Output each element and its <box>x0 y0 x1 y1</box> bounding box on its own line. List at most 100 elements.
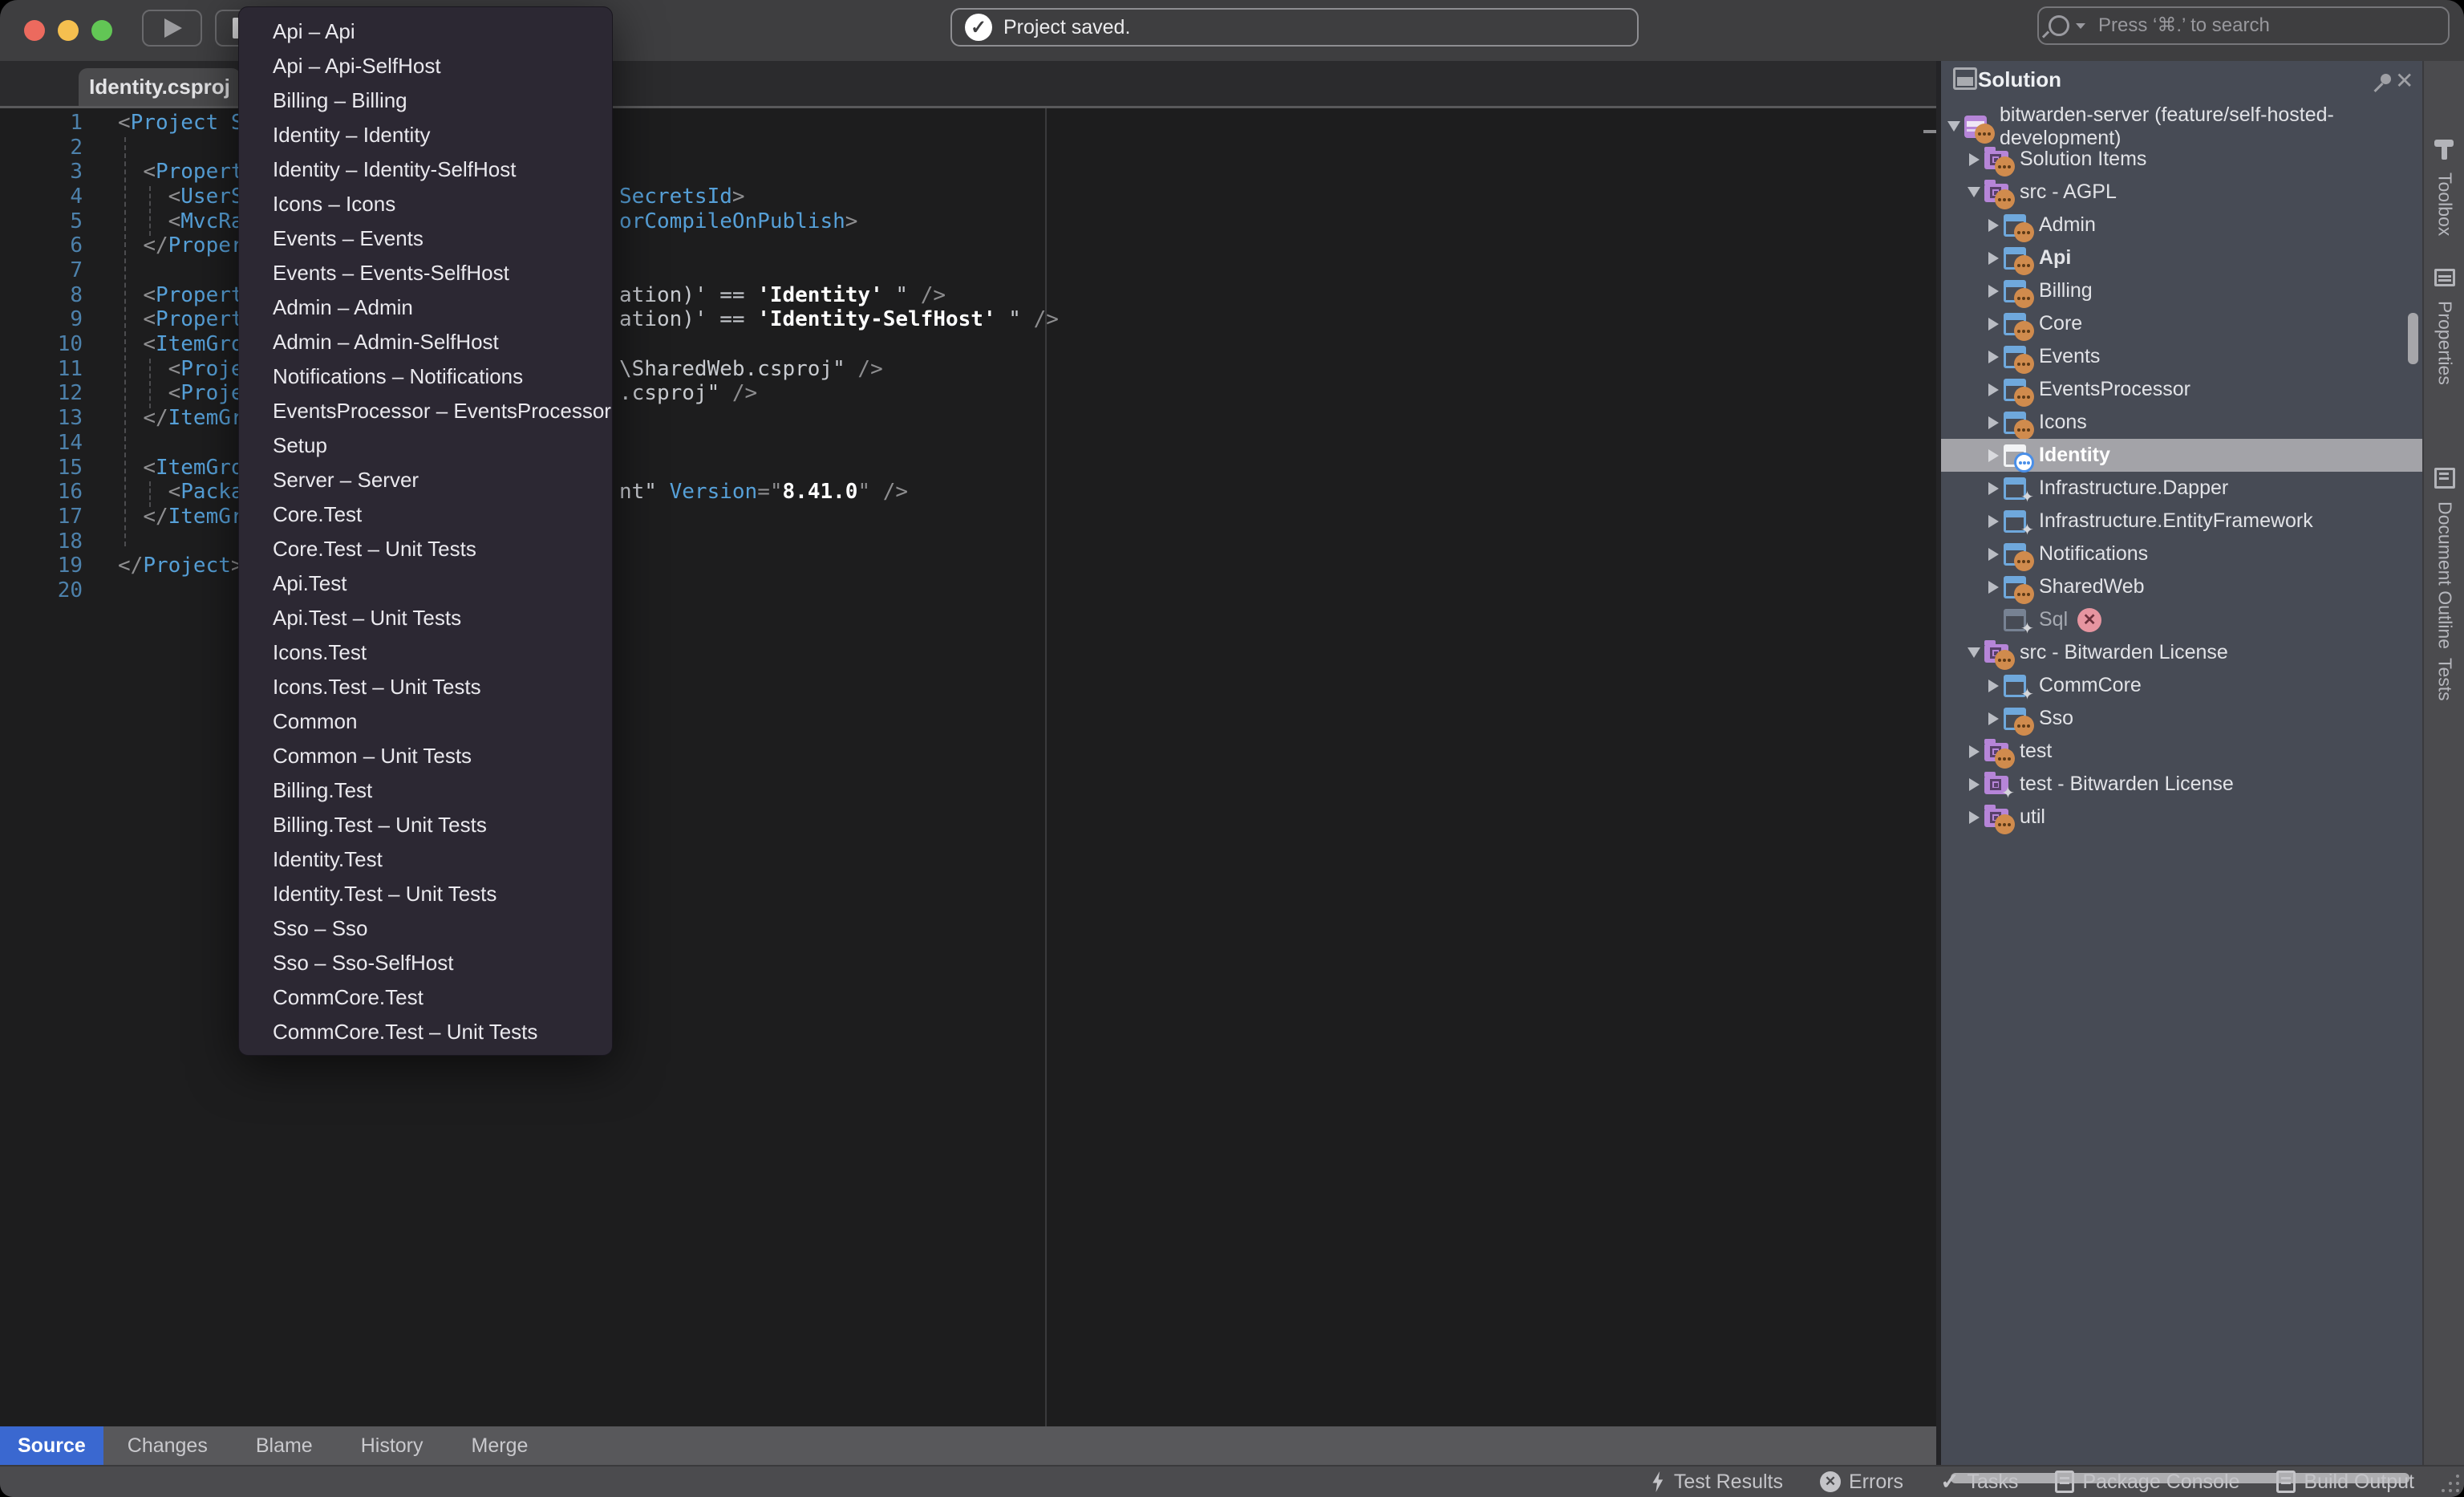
run-config-option[interactable]: Notifications – Notifications <box>239 359 612 394</box>
tree-row-icons[interactable]: Icons <box>1941 406 2422 439</box>
tree-vertical-scrollbar[interactable] <box>2408 313 2418 364</box>
run-config-option[interactable]: Identity – Identity <box>239 118 612 152</box>
tree-row-src-bitwarden-license[interactable]: src - Bitwarden License <box>1941 636 2422 669</box>
run-config-option[interactable]: Sso – Sso <box>239 911 612 946</box>
disclosure-arrow[interactable] <box>1983 383 2004 396</box>
run-config-option[interactable]: Common <box>239 704 612 739</box>
run-config-option[interactable]: Common – Unit Tests <box>239 739 612 773</box>
run-config-option[interactable]: Api – Api-SelfHost <box>239 49 612 83</box>
close-pad-icon[interactable]: ✕ <box>2395 67 2413 94</box>
tool-tab-properties[interactable]: Properties <box>2424 266 2464 385</box>
run-config-option[interactable]: EventsProcessor – EventsProcessor <box>239 394 612 428</box>
view-tab-source[interactable]: Source <box>0 1426 103 1465</box>
view-tab-changes[interactable]: Changes <box>103 1426 232 1465</box>
disclosure-arrow[interactable] <box>1983 449 2004 462</box>
disclosure-arrow[interactable] <box>1983 515 2004 528</box>
tree-row-sql[interactable]: ✦Sql✕ <box>1941 603 2422 636</box>
tree-row-eventsprocessor[interactable]: EventsProcessor <box>1941 373 2422 406</box>
status-package-console[interactable]: Package Console <box>2055 1471 2239 1494</box>
run-config-option[interactable]: Server – Server <box>239 463 612 497</box>
run-config-option[interactable]: Admin – Admin-SelfHost <box>239 325 612 359</box>
disclosure-arrow[interactable] <box>1983 318 2004 331</box>
disclosure-arrow[interactable] <box>1983 285 2004 298</box>
run-config-option[interactable]: Sso – Sso-SelfHost <box>239 946 612 980</box>
disclosure-arrow[interactable] <box>1983 581 2004 594</box>
disclosure-arrow[interactable] <box>1964 811 1984 824</box>
view-tab-history[interactable]: History <box>337 1426 448 1465</box>
tree-row-test[interactable]: test <box>1941 735 2422 768</box>
tree-row-notifications[interactable]: Notifications <box>1941 538 2422 570</box>
tree-row-src-agpl[interactable]: src - AGPL <box>1941 176 2422 209</box>
close-window-button[interactable] <box>24 20 45 41</box>
disclosure-arrow[interactable] <box>1983 680 2004 692</box>
tool-tab-document-outline[interactable]: Document Outline <box>2424 466 2464 649</box>
tree-row-infrastructure-dapper[interactable]: ✦Infrastructure.Dapper <box>1941 472 2422 505</box>
tool-tab-tests[interactable]: Tests <box>2424 623 2464 701</box>
tree-row-billing[interactable]: Billing <box>1941 274 2422 307</box>
disclosure-arrow[interactable] <box>1964 187 1984 197</box>
view-tab-merge[interactable]: Merge <box>448 1426 553 1465</box>
status-errors[interactable]: ✕Errors <box>1820 1471 1903 1494</box>
status-tasks[interactable]: ✓Tasks <box>1940 1471 2018 1494</box>
run-config-option[interactable]: Api – Api <box>239 14 612 49</box>
run-config-option[interactable]: CommCore.Test <box>239 980 612 1015</box>
tree-row-commcore[interactable]: ✦CommCore <box>1941 669 2422 702</box>
disclosure-arrow[interactable] <box>1983 252 2004 265</box>
disclosure-arrow[interactable] <box>1983 548 2004 561</box>
tree-row-identity[interactable]: Identity <box>1941 439 2422 472</box>
disclosure-arrow[interactable] <box>1983 351 2004 363</box>
run-config-option[interactable]: Setup <box>239 428 612 463</box>
minimize-window-button[interactable] <box>58 20 79 41</box>
run-config-option[interactable]: Identity – Identity-SelfHost <box>239 152 612 187</box>
search-scope-chevron-icon[interactable] <box>2076 23 2085 29</box>
tree-row-sharedweb[interactable]: SharedWeb <box>1941 570 2422 603</box>
tree-row-api[interactable]: Api <box>1941 241 2422 274</box>
disclosure-arrow[interactable] <box>1983 416 2004 429</box>
tree-row-admin[interactable]: Admin <box>1941 209 2422 241</box>
status-build-output[interactable]: Build Output <box>2276 1471 2414 1494</box>
tool-tab-toolbox[interactable]: Toolbox <box>2424 137 2464 236</box>
run-config-option[interactable]: Billing – Billing <box>239 83 612 118</box>
tree-row-infrastructure-entityframework[interactable]: ✦Infrastructure.EntityFramework <box>1941 505 2422 538</box>
tab-identity-csproj[interactable]: Identity.csproj <box>79 68 241 106</box>
tree-row-solution-items[interactable]: Solution Items <box>1941 143 2422 176</box>
disclosure-arrow[interactable] <box>1964 745 1984 758</box>
tree-item-label: Core <box>2039 312 2082 335</box>
run-config-option[interactable]: Admin – Admin <box>239 290 612 325</box>
run-config-option[interactable]: Identity.Test – Unit Tests <box>239 877 612 911</box>
run-config-option[interactable]: Api.Test – Unit Tests <box>239 601 612 635</box>
disclosure-arrow[interactable] <box>1983 482 2004 495</box>
tree-row-sso[interactable]: Sso <box>1941 702 2422 735</box>
status-test-results[interactable]: Test Results <box>1650 1471 1783 1494</box>
tree-row-events[interactable]: Events <box>1941 340 2422 373</box>
run-config-option[interactable]: Events – Events-SelfHost <box>239 256 612 290</box>
disclosure-arrow[interactable] <box>1964 778 1984 791</box>
run-config-option[interactable]: Core.Test <box>239 497 612 532</box>
run-config-option[interactable]: Icons.Test <box>239 635 612 670</box>
run-button[interactable] <box>142 10 202 47</box>
run-config-option[interactable]: Events – Events <box>239 221 612 256</box>
tree-row-bitwarden-server-feature-self-hosted-development[interactable]: bitwarden-server (feature/self-hosted-de… <box>1941 110 2422 143</box>
disclosure-arrow[interactable] <box>1983 219 2004 232</box>
disclosure-arrow[interactable] <box>1983 712 2004 725</box>
run-config-option[interactable]: Icons – Icons <box>239 187 612 221</box>
run-config-option[interactable]: Billing.Test <box>239 773 612 808</box>
disclosure-arrow[interactable] <box>1964 153 1984 166</box>
disclosure-arrow[interactable] <box>1943 121 1964 132</box>
run-config-option[interactable]: Billing.Test – Unit Tests <box>239 808 612 842</box>
run-config-option[interactable]: Identity.Test <box>239 842 612 877</box>
run-config-option[interactable]: CommCore.Test – Unit Tests <box>239 1015 612 1049</box>
search-input[interactable] <box>2097 14 2448 38</box>
view-tab-blame[interactable]: Blame <box>232 1426 337 1465</box>
run-config-option[interactable]: Api.Test <box>239 566 612 601</box>
resize-grip[interactable] <box>2438 1471 2459 1492</box>
pin-pad-icon[interactable] <box>2373 72 2393 93</box>
tree-row-test-bitwarden-license[interactable]: ✦test - Bitwarden License <box>1941 768 2422 801</box>
global-search[interactable] <box>2037 6 2450 45</box>
run-config-option[interactable]: Core.Test – Unit Tests <box>239 532 612 566</box>
run-config-option[interactable]: Icons.Test – Unit Tests <box>239 670 612 704</box>
zoom-window-button[interactable] <box>91 20 112 41</box>
disclosure-arrow[interactable] <box>1964 647 1984 658</box>
tree-row-util[interactable]: util <box>1941 801 2422 834</box>
tree-row-core[interactable]: Core <box>1941 307 2422 340</box>
